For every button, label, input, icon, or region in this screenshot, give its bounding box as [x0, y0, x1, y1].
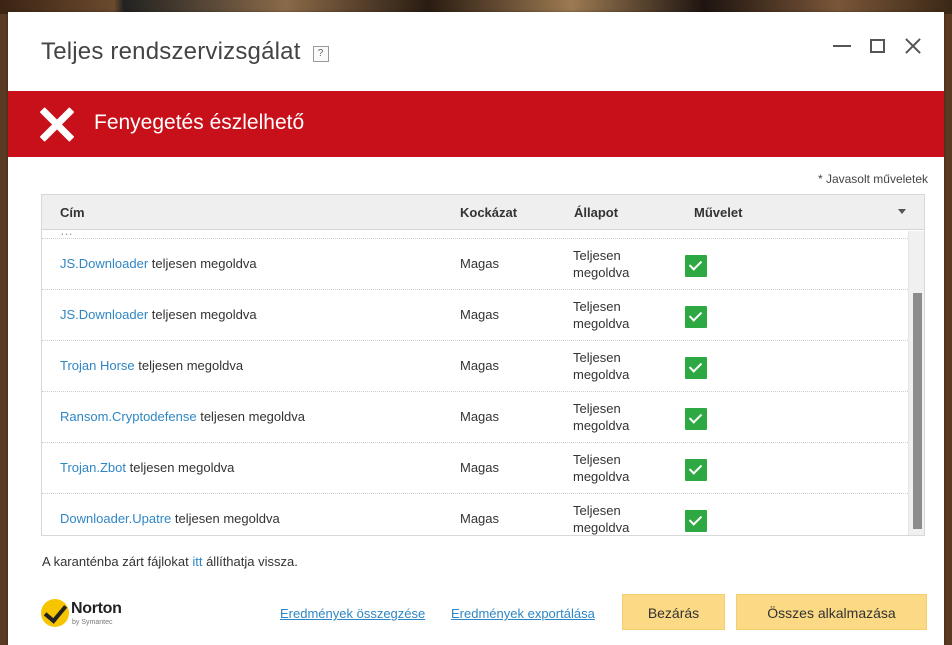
threat-title: Trojan Horse teljesen megoldva [60, 358, 243, 373]
status-line-1: Teljesen [573, 503, 621, 518]
threat-name-link[interactable]: Trojan.Zbot [60, 460, 126, 475]
status-line-2: megoldva [573, 265, 630, 280]
table-row: Downloader.Upatre teljesen megoldva Maga… [42, 494, 908, 535]
risk-value: Magas [460, 358, 500, 373]
status-line-1: Teljesen [573, 452, 621, 467]
threat-resolution: teljesen megoldva [174, 511, 280, 526]
quarantine-restore-link[interactable]: itt [192, 554, 202, 569]
window-title-text: Teljes rendszervizsgálat [41, 38, 301, 65]
quarantine-restore-note: A karanténba zárt fájlokat itt állíthatj… [42, 554, 298, 569]
norton-brand-name: Norton [71, 600, 122, 617]
scan-results-window: Teljes rendszervizsgálat? Fenyegetés ész… [8, 12, 944, 645]
threat-alert-banner: Fenyegetés észlelhető [8, 91, 944, 157]
status-value: Teljesen megoldva [573, 349, 653, 383]
table-row: JS.Downloader teljesen megoldva Magas Te… [42, 239, 908, 290]
minimize-icon [833, 45, 851, 47]
scrollbar-thumb[interactable] [913, 293, 922, 529]
status-line-1: Teljesen [573, 299, 621, 314]
action-checkbox[interactable] [685, 255, 707, 277]
status-line-2: megoldva [573, 418, 630, 433]
title-bar: Teljes rendszervizsgálat? [8, 12, 944, 92]
risk-value: Magas [460, 511, 500, 526]
window-title: Teljes rendszervizsgálat? [41, 38, 329, 66]
status-value: Teljesen megoldva [573, 298, 653, 332]
apply-all-button[interactable]: Összes alkalmazása [736, 594, 927, 630]
status-value: Teljesen megoldva [573, 502, 653, 535]
column-header-risk[interactable]: Kockázat [460, 205, 517, 220]
action-checkbox[interactable] [685, 510, 707, 532]
threat-resolution: teljesen megoldva [151, 307, 257, 322]
minimize-button[interactable] [830, 34, 854, 58]
action-checkbox[interactable] [685, 306, 707, 328]
threat-name-link[interactable]: JS.Downloader [60, 256, 148, 271]
help-icon[interactable]: ? [312, 46, 329, 62]
threat-resolution: teljesen megoldva [200, 409, 305, 424]
chevron-down-icon[interactable] [898, 209, 906, 214]
status-value: Teljesen megoldva [573, 451, 653, 485]
alert-message: Fenyegetés észlelhető [94, 111, 305, 134]
results-summary-link[interactable]: Eredmények összegzése [280, 606, 425, 621]
close-window-button[interactable] [901, 34, 925, 58]
status-line-2: megoldva [573, 520, 630, 535]
action-checkbox[interactable] [685, 408, 707, 430]
risk-value: Magas [460, 460, 500, 475]
threat-resolution: teljesen megoldva [138, 358, 244, 373]
threat-name-link[interactable]: JS.Downloader [60, 307, 148, 322]
status-line-2: megoldva [573, 316, 630, 331]
norton-brand-sub: by Symantec [72, 619, 113, 626]
threat-name-link[interactable]: Trojan Horse [60, 358, 135, 373]
threat-title: JS.Downloader teljesen megoldva [60, 307, 257, 322]
footer: Norton by Symantec Eredmények összegzése… [8, 592, 944, 642]
table-row: Trojan Horse teljesen megoldva Magas Tel… [42, 341, 908, 392]
threat-title: Downloader.Upatre teljesen megoldva [60, 511, 280, 526]
close-button[interactable]: Bezárás [622, 594, 725, 630]
risk-value: Magas [460, 409, 500, 424]
threat-title: Ransom.Cryptodefense teljesen megoldva [60, 409, 305, 424]
threat-title: Trojan.Zbot teljesen megoldva [60, 460, 234, 475]
maximize-button[interactable] [866, 34, 890, 58]
threat-resolution: teljesen megoldva [129, 460, 235, 475]
quarantine-text-suffix: állíthatja vissza. [206, 554, 298, 569]
action-checkbox[interactable] [685, 357, 707, 379]
threat-name-link[interactable]: Ransom.Cryptodefense [60, 409, 197, 424]
column-header-status[interactable]: Állapot [574, 205, 618, 220]
threat-x-icon [39, 107, 75, 142]
column-header-title[interactable]: Cím [60, 205, 85, 220]
threat-resolution: teljesen megoldva [151, 256, 257, 271]
table-row: Trojan.Zbot teljesen megoldva Magas Telj… [42, 443, 908, 494]
risk-value: Magas [460, 256, 500, 271]
risk-value: Magas [460, 307, 500, 322]
table-header: Cím Kockázat Állapot Művelet [42, 195, 924, 230]
norton-check-icon [41, 599, 69, 627]
status-line-1: Teljesen [573, 401, 621, 416]
status-value: Teljesen megoldva [573, 247, 653, 281]
maximize-icon [870, 39, 885, 53]
column-header-action[interactable]: Művelet [694, 205, 742, 220]
table-body: … JS.Downloader teljesen megoldva Magas … [42, 231, 908, 535]
results-export-link[interactable]: Eredmények exportálása [451, 606, 595, 621]
partial-row-glyph: … [60, 231, 73, 238]
threats-table: Cím Kockázat Állapot Művelet … JS.Downlo… [41, 194, 925, 536]
threat-name-link[interactable]: Downloader.Upatre [60, 511, 171, 526]
status-line-1: Teljesen [573, 248, 621, 263]
threat-title: JS.Downloader teljesen megoldva [60, 256, 257, 271]
table-scrollbar[interactable] [908, 231, 924, 535]
status-line-2: megoldva [573, 367, 630, 382]
status-value: Teljesen megoldva [573, 400, 653, 434]
status-line-1: Teljesen [573, 350, 621, 365]
table-row: Ransom.Cryptodefense teljesen megoldva M… [42, 392, 908, 443]
table-row-partial: … [42, 231, 908, 239]
table-row: JS.Downloader teljesen megoldva Magas Te… [42, 290, 908, 341]
norton-logo: Norton by Symantec [41, 597, 131, 629]
recommended-actions-note: * Javasolt műveletek [817, 172, 928, 186]
quarantine-text-prefix: A karanténba zárt fájlokat [42, 554, 189, 569]
action-checkbox[interactable] [685, 459, 707, 481]
status-line-2: megoldva [573, 469, 630, 484]
